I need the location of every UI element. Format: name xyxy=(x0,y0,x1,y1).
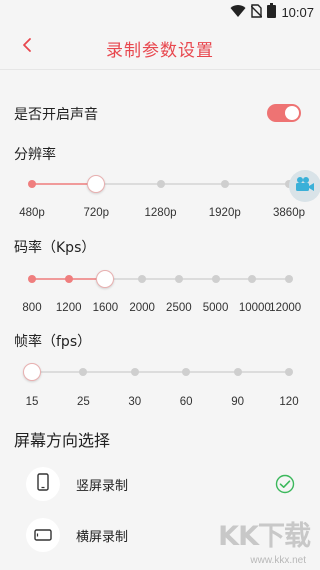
resolution-tick-label: 1920p xyxy=(208,207,241,219)
status-icons: 10:07 xyxy=(230,2,314,22)
video-camera-icon xyxy=(295,176,315,196)
watermark-url: www.kkx.net xyxy=(250,555,306,566)
page-title: 录制参数设置 xyxy=(106,41,214,61)
framerate-tick-labels: 15 25 30 60 90 120 xyxy=(26,396,299,412)
portrait-option[interactable]: 竖屏录制 xyxy=(14,461,314,509)
bitrate-slider-stop[interactable] xyxy=(248,275,257,283)
framerate-label: 帧率（fps） xyxy=(14,334,92,350)
status-bar: 10:07 xyxy=(0,0,320,24)
resolution-tick-labels: 480p 720p 1280p 1920p 3860p xyxy=(19,207,305,223)
framerate-tick-label: 15 xyxy=(25,396,39,408)
option-icon-wrap xyxy=(26,518,60,552)
bitrate-tick-labels: 800 1200 1600 2000 2500 5000 10000 12000 xyxy=(22,302,301,318)
framerate-slider-stop[interactable] xyxy=(285,368,293,376)
sound-toggle[interactable] xyxy=(267,104,301,122)
framerate-slider-stop[interactable] xyxy=(79,368,88,376)
resolution-tick-label: 720p xyxy=(83,207,110,219)
bitrate-tick-label: 5000 xyxy=(202,302,229,314)
framerate-slider-stop[interactable] xyxy=(233,368,242,376)
bitrate-tick-label: 1200 xyxy=(55,302,82,314)
battery-icon xyxy=(267,2,277,22)
bitrate-slider-thumb[interactable] xyxy=(96,270,115,288)
framerate-slider-thumb[interactable] xyxy=(23,363,41,381)
sound-label: 是否开启声音 xyxy=(14,107,98,123)
bitrate-slider-stop[interactable] xyxy=(64,275,73,283)
bitrate-slider-stop[interactable] xyxy=(211,275,220,283)
resolution-slider-stop[interactable] xyxy=(28,180,36,188)
orientation-section-title: 屏幕方向选择 xyxy=(14,431,111,450)
resolution-slider-stop[interactable] xyxy=(156,180,165,188)
bitrate-slider-stop[interactable] xyxy=(28,275,36,283)
resolution-slider[interactable] xyxy=(28,174,293,194)
bitrate-slider-stop[interactable] xyxy=(285,275,293,283)
bitrate-slider-stop[interactable] xyxy=(138,275,147,283)
landscape-option-label: 横屏录制 xyxy=(76,530,129,545)
bitrate-slider-stop[interactable] xyxy=(174,275,183,283)
framerate-tick-label: 30 xyxy=(128,396,142,408)
floating-camera-button[interactable] xyxy=(289,170,320,202)
framerate-tick-label: 60 xyxy=(179,396,193,408)
framerate-slider-stop[interactable] xyxy=(130,368,139,376)
resolution-tick-label: 1280p xyxy=(144,207,177,219)
resolution-slider-stop[interactable] xyxy=(220,180,229,188)
framerate-tick-label: 120 xyxy=(279,396,299,408)
portrait-phone-icon xyxy=(37,473,49,495)
bitrate-tick-label: 12000 xyxy=(269,302,302,314)
option-icon-wrap xyxy=(26,467,60,501)
framerate-slider-track xyxy=(32,371,289,373)
bitrate-slider[interactable] xyxy=(28,269,293,289)
status-time: 10:07 xyxy=(281,4,314,20)
toggle-knob xyxy=(285,106,299,120)
resolution-tick-label: 480p xyxy=(19,207,45,219)
framerate-slider-stop[interactable] xyxy=(182,368,191,376)
watermark-text: KK下载 xyxy=(218,521,311,552)
resolution-tick-label: 3860p xyxy=(273,207,305,219)
bitrate-tick-label: 2500 xyxy=(166,302,192,314)
framerate-tick-label: 25 xyxy=(76,396,90,408)
portrait-option-label: 竖屏录制 xyxy=(76,479,129,494)
framerate-tick-label: 90 xyxy=(231,396,244,408)
resolution-slider-thumb[interactable] xyxy=(87,175,106,193)
sim-off-icon xyxy=(250,3,263,22)
bitrate-tick-label: 800 xyxy=(22,302,42,314)
landscape-phone-icon xyxy=(34,526,52,545)
bitrate-tick-label: 1600 xyxy=(92,302,119,314)
header-bar: 录制参数设置 xyxy=(0,24,320,70)
bitrate-tick-label: 2000 xyxy=(129,302,155,314)
bitrate-label: 码率（Kps） xyxy=(14,240,96,256)
resolution-label: 分辨率 xyxy=(14,147,56,163)
site-watermark: KK下载 www.kkx.net xyxy=(196,510,314,566)
bitrate-tick-label: 10000 xyxy=(238,302,271,314)
framerate-slider[interactable] xyxy=(23,362,293,382)
check-circle-icon xyxy=(275,474,295,498)
wifi-icon xyxy=(230,3,246,22)
